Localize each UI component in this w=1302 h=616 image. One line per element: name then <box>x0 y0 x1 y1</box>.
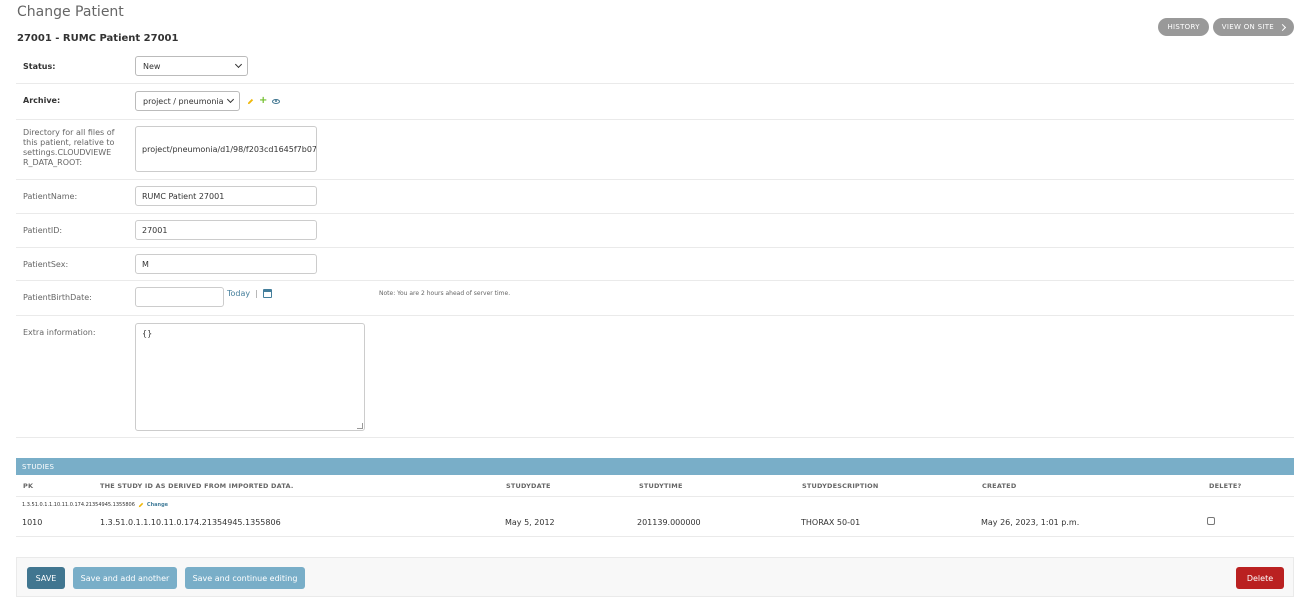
patient-sex-value: M <box>142 259 149 269</box>
object-tools: HISTORY VIEW ON SITE <box>1158 18 1294 36</box>
chevron-right-icon <box>1278 23 1287 31</box>
pencil-icon[interactable] <box>247 98 254 105</box>
plus-icon[interactable]: + <box>259 96 267 106</box>
status-select[interactable]: New <box>135 56 248 76</box>
chevron-down-icon <box>234 60 243 69</box>
patient-form: Status: New Archive: project / pneumonia… <box>16 48 1294 438</box>
column-study-date: STUDYDATE <box>506 482 551 490</box>
patient-birth-date-row: PatientBirthDate: Today | Note: You are … <box>16 281 1294 316</box>
extra-information-row: Extra information: {} <box>16 316 1294 438</box>
date-shortcuts: Today | <box>227 289 272 298</box>
cell-study-time[interactable]: 201139.000000 <box>637 518 701 527</box>
patient-sex-label: PatientSex: <box>23 260 69 269</box>
column-pk: PK <box>23 482 34 490</box>
directory-value: project/pneumonia/d1/98/f203cd1645f7b07 <box>142 144 317 154</box>
delete-button[interactable]: Delete <box>1236 567 1284 589</box>
original-label: 1.3.51.0.1.1.10.11.0.174.21354945.135580… <box>22 502 135 508</box>
view-on-site-label: VIEW ON SITE <box>1221 23 1274 31</box>
column-created: CREATED <box>982 482 1017 490</box>
pencil-icon <box>138 502 144 508</box>
cell-pk: 1010 <box>22 518 43 527</box>
studies-column-headers: PK THE STUDY ID AS DERIVED FROM IMPORTED… <box>16 475 1294 497</box>
cell-study-date[interactable]: May 5, 2012 <box>505 518 555 527</box>
submit-row: SAVE Save and add another Save and conti… <box>16 557 1294 597</box>
patient-name-label: PatientName: <box>23 192 78 201</box>
column-study-time: STUDYTIME <box>639 482 683 490</box>
view-on-site-button[interactable]: VIEW ON SITE <box>1212 18 1294 36</box>
shortcut-separator: | <box>255 289 258 298</box>
directory-row: Directory for all files of this patient,… <box>16 120 1294 180</box>
timezone-note: Note: You are 2 hours ahead of server ti… <box>379 290 511 297</box>
extra-information-label: Extra information: <box>23 328 96 337</box>
patient-name-row: PatientName: RUMC Patient 27001 <box>16 180 1294 214</box>
status-row: Status: New <box>16 48 1294 84</box>
patient-birth-date-input[interactable] <box>135 287 224 307</box>
history-label: HISTORY <box>1167 23 1200 31</box>
extra-information-textarea[interactable]: {} <box>135 323 365 431</box>
patient-name-value: RUMC Patient 27001 <box>142 191 225 201</box>
resize-handle-icon[interactable] <box>357 423 363 429</box>
eye-icon[interactable] <box>272 98 281 104</box>
status-label: Status: <box>23 62 56 71</box>
column-delete: DELETE? <box>1209 482 1242 490</box>
archive-value: project / pneumonia <box>143 96 224 106</box>
column-study-id: THE STUDY ID AS DERIVED FROM IMPORTED DA… <box>100 482 294 490</box>
studies-header: STUDIES <box>16 458 1294 475</box>
page-title: Change Patient <box>17 4 124 20</box>
patient-id-input[interactable]: 27001 <box>135 220 317 240</box>
original-object: 1.3.51.0.1.1.10.11.0.174.21354945.135580… <box>22 502 168 508</box>
change-link[interactable]: Change <box>147 502 168 508</box>
status-value: New <box>143 61 161 71</box>
today-link[interactable]: Today <box>227 289 250 298</box>
studies-header-label: STUDIES <box>22 462 55 471</box>
column-study-description: STUDYDESCRIPTION <box>802 482 879 490</box>
extra-information-value: {} <box>142 329 153 338</box>
patient-name-input[interactable]: RUMC Patient 27001 <box>135 186 317 206</box>
save-and-continue-button[interactable]: Save and continue editing <box>185 567 305 589</box>
save-button[interactable]: SAVE <box>27 567 65 589</box>
calendar-icon[interactable] <box>262 289 272 298</box>
patient-id-row: PatientID: 27001 <box>16 214 1294 248</box>
directory-label: Directory for all files of this patient,… <box>23 128 115 167</box>
delete-checkbox[interactable] <box>1207 517 1215 525</box>
save-and-add-another-button[interactable]: Save and add another <box>73 567 177 589</box>
cell-study-id[interactable]: 1.3.51.0.1.1.10.11.0.174.21354945.135580… <box>100 518 281 527</box>
patient-birth-date-label: PatientBirthDate: <box>23 293 92 302</box>
directory-input[interactable]: project/pneumonia/d1/98/f203cd1645f7b07 <box>135 126 317 172</box>
patient-id-label: PatientID: <box>23 226 63 235</box>
patient-sex-row: PatientSex: M <box>16 248 1294 281</box>
archive-label: Archive: <box>23 96 61 105</box>
history-button[interactable]: HISTORY <box>1158 18 1209 36</box>
archive-select[interactable]: project / pneumonia <box>135 91 240 111</box>
cell-study-description[interactable]: THORAX 50-01 <box>801 518 860 527</box>
chevron-down-icon <box>226 95 235 104</box>
patient-id-value: 27001 <box>142 225 168 235</box>
studies-inline: STUDIES PK THE STUDY ID AS DERIVED FROM … <box>16 458 1294 537</box>
archive-row: Archive: project / pneumonia + <box>16 84 1294 120</box>
cell-created: May 26, 2023, 1:01 p.m. <box>981 518 1080 527</box>
archive-related-links: + <box>247 96 281 106</box>
patient-sex-input[interactable]: M <box>135 254 317 274</box>
table-row: 1.3.51.0.1.1.10.11.0.174.21354945.135580… <box>16 497 1294 537</box>
object-title: 27001 - RUMC Patient 27001 <box>17 33 179 44</box>
